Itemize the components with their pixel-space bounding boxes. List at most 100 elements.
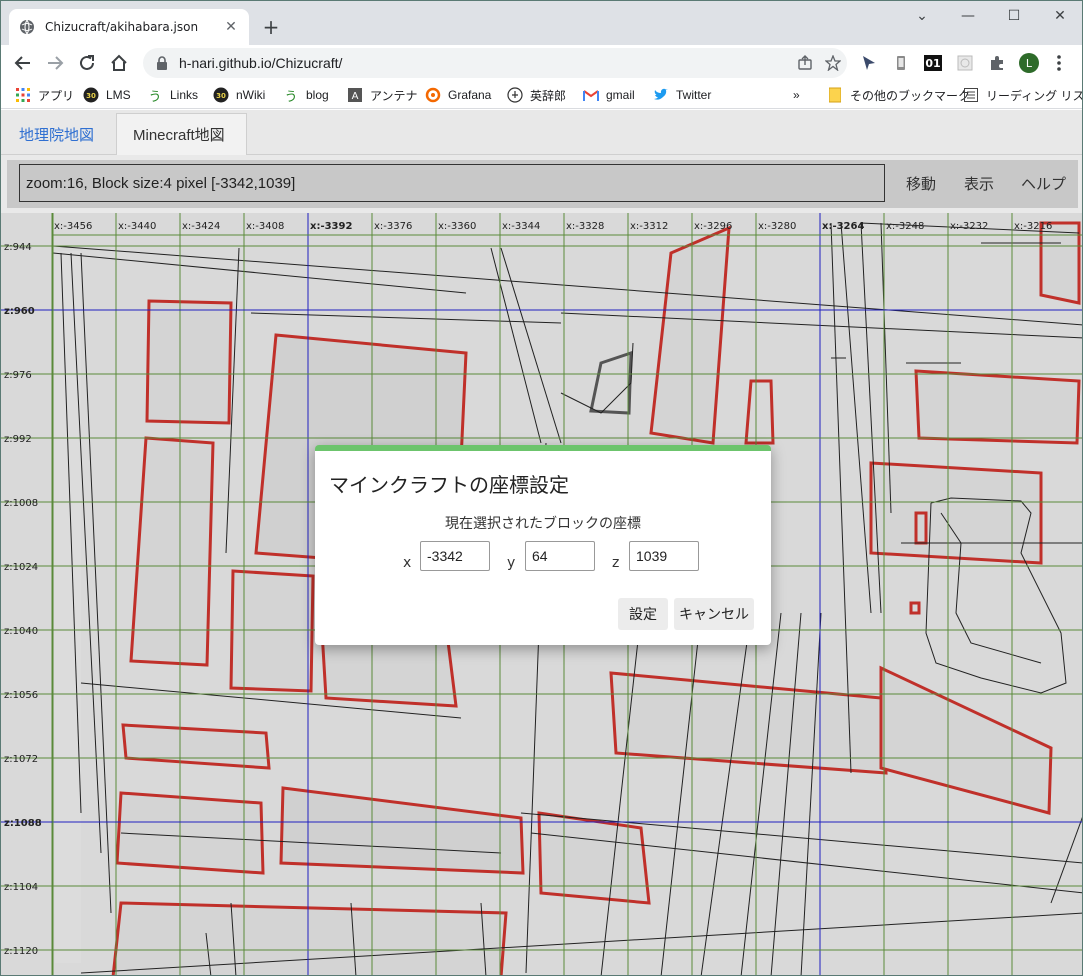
tab-gsi-map[interactable]: 地理院地図 [3,113,110,155]
cancel-button[interactable]: キャンセル [674,598,754,630]
url-text[interactable]: h-nari.github.io/Chizucraft/ [179,55,791,71]
bookmarks-bar: アプリ 30 LMS う Links 30 nWiki う blog A アンテ… [1,81,1082,109]
close-window-button[interactable]: ✕ [1037,5,1082,27]
bookmark-twitter[interactable]: Twitter [653,85,711,105]
pattern-extension-icon[interactable] [953,51,977,75]
minimize-button[interactable]: — [945,5,991,27]
browser-window: Chizucraft/akihabara.json ✕ + ⌄ — ☐ ✕ h-… [0,0,1083,976]
close-tab-icon[interactable]: ✕ [223,19,239,35]
maximize-button[interactable]: ☐ [991,5,1037,27]
binary-extension-icon[interactable]: 01 [921,51,945,75]
x-tick-label: x:-3360 [438,221,476,232]
z-tick-label: z:1040 [4,626,38,637]
coordinate-dialog: マインクラフトの座標設定 現在選択されたブロックの座標 x y z 設定 キャン… [315,445,771,645]
bookmark-label: blog [306,88,329,102]
z-tick-label: z:1072 [4,754,38,765]
reload-icon [80,55,94,70]
x-tick-label: x:-3424 [182,221,220,232]
lock-icon[interactable] [155,56,169,70]
browser-toolbar: h-nari.github.io/Chizucraft/ 01 L [1,45,1082,81]
bookmark-label: LMS [106,88,131,102]
app-tab-bar: 地理院地図 Minecraft地図 [1,110,1082,155]
tab-minecraft-map[interactable]: Minecraft地図 [116,113,247,155]
x-label: x [403,555,412,571]
share-icon[interactable] [791,49,819,77]
profile-avatar[interactable]: L [1017,51,1041,75]
x-tick-label: x:-3280 [758,221,796,232]
move-button[interactable]: 移動 [906,164,936,202]
bookmark-star-icon[interactable] [819,49,847,77]
menu-kebab-icon[interactable] [1047,51,1071,75]
dialog-subtitle: 現在選択されたブロックの座標 [445,515,641,531]
x-tick-label: x:-3440 [118,221,156,232]
x-tick-label: x:-3456 [54,221,92,232]
bookmark-lms[interactable]: 30 LMS [83,85,131,105]
cursor-extension-icon[interactable] [857,51,881,75]
30-logo-icon: 30 [213,87,229,103]
phone-extension-icon[interactable] [889,51,913,75]
30-logo-icon: 30 [83,87,99,103]
gmail-icon [583,87,599,103]
x-input[interactable] [420,541,490,571]
new-tab-button[interactable]: + [259,15,283,39]
z-tick-label: z:1120 [4,946,38,957]
bookmark-gmail[interactable]: gmail [583,85,635,105]
back-button[interactable] [9,49,37,77]
bookmark-apps[interactable]: アプリ [15,85,74,105]
x-tick-label: x:-3232 [950,221,988,232]
x-tick-label: x:-3296 [694,221,732,232]
twitter-icon [653,87,669,103]
tab-title: Chizucraft/akihabara.json [45,20,199,34]
bookmark-label: Grafana [448,88,492,102]
bookmark-other[interactable]: その他のブックマーク [827,85,970,105]
antenna-icon: A [347,87,363,103]
y-label: y [507,555,516,571]
home-icon [111,54,127,71]
browser-tab[interactable]: Chizucraft/akihabara.json ✕ [9,9,249,45]
bookmark-nwiki[interactable]: 30 nWiki [213,85,265,105]
z-tick-label: z:1104 [4,882,38,893]
y-input[interactable] [525,541,595,571]
forward-button[interactable] [41,49,69,77]
x-tick-label: x:-3408 [246,221,284,232]
bookmarks-overflow-chevron-icon[interactable]: » [793,85,800,105]
tab-strip: Chizucraft/akihabara.json ✕ + ⌄ — ☐ ✕ [1,1,1082,45]
bookmark-reading-list[interactable]: リーディング リスト [963,85,1082,105]
address-bar[interactable]: h-nari.github.io/Chizucraft/ [143,48,847,78]
bookmark-blog[interactable]: う blog [283,85,329,105]
bookmark-antenna[interactable]: A アンテナ [347,85,418,105]
bookmark-links[interactable]: う Links [147,85,198,105]
eijiro-icon [507,87,523,103]
tab-search-icon[interactable]: ⌄ [899,5,945,27]
svg-text:01: 01 [925,57,940,70]
x-tick-label: x:-3376 [374,221,412,232]
u-logo-icon: う [148,88,162,104]
apps-grid-icon [15,87,31,103]
grafana-icon [425,87,441,103]
z-tick-label: z:960 [4,306,35,317]
x-tick-label: x:-3328 [566,221,604,232]
z-tick-label: z:1056 [4,690,38,701]
bookmark-grafana[interactable]: Grafana [425,85,491,105]
z-label: z [612,555,620,571]
z-tick-label: z:976 [4,370,32,381]
extensions-puzzle-icon[interactable] [985,51,1009,75]
set-button[interactable]: 設定 [618,598,668,630]
z-input[interactable] [629,541,699,571]
home-button[interactable] [105,49,133,77]
bookmark-label: gmail [606,88,635,102]
back-arrow-icon [14,56,30,70]
help-button[interactable]: ヘルプ [1021,164,1066,202]
z-tick-label: z:1024 [4,562,38,573]
x-tick-label: x:-3248 [886,221,924,232]
info-text: zoom:16, Block size:4 pixel [-3342,1039] [19,164,885,202]
bookmark-label: Links [170,88,199,102]
bookmark-label: アンテナ [370,88,418,103]
bookmark-label: nWiki [236,88,266,102]
reload-button[interactable] [73,49,101,77]
bookmark-label: その他のブックマーク [850,88,971,103]
show-button[interactable]: 表示 [964,164,994,202]
bookmark-label: リーディング リスト [986,88,1082,103]
bookmark-eijiro[interactable]: 英辞郎 [507,85,566,105]
z-tick-label: z:992 [4,434,32,445]
